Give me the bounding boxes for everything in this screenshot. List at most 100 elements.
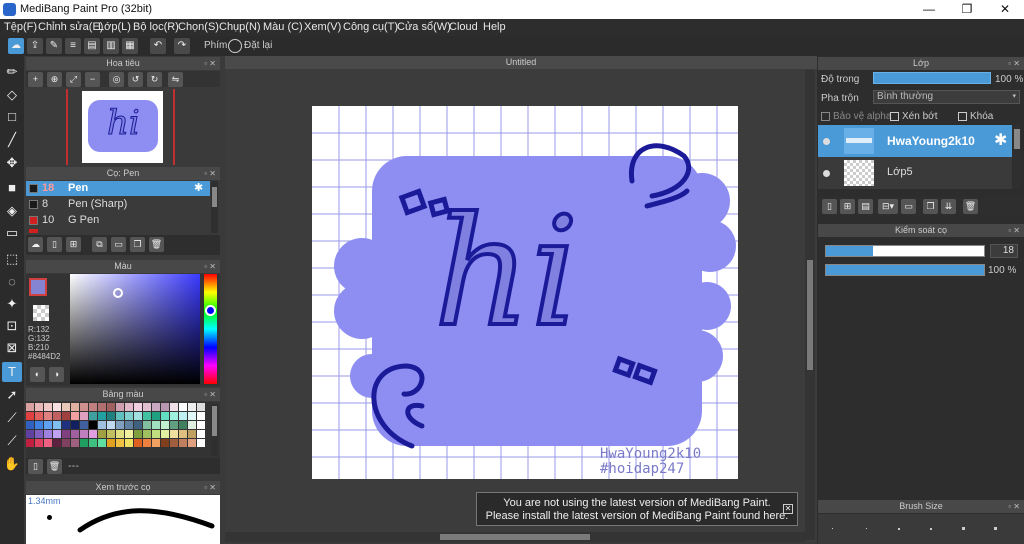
grid-icon[interactable]: ▦ — [122, 38, 138, 54]
maximize-button[interactable]: ❐ — [948, 0, 986, 19]
text-icon[interactable]: T — [2, 362, 22, 382]
protect-alpha-checkbox[interactable] — [821, 112, 830, 121]
eyedropper-icon[interactable]: ⟋ — [2, 431, 22, 451]
palette-row[interactable] — [26, 430, 210, 438]
lock-checkbox[interactable] — [958, 112, 967, 121]
folder-icon[interactable]: ▭ — [111, 237, 126, 252]
canvas-vscroll[interactable] — [805, 70, 815, 540]
navigator-preview[interactable]: hi — [26, 88, 220, 166]
zoom-in-icon[interactable]: + — [28, 72, 43, 87]
select-pen-icon[interactable]: ⊡ — [2, 316, 22, 336]
brush-item-mapping-pen[interactable] — [26, 229, 210, 233]
notice-close-icon[interactable]: ✕ — [783, 504, 793, 514]
select-eraser-icon[interactable]: ⊠ — [2, 338, 22, 358]
palette-scrollbar[interactable] — [211, 404, 218, 456]
move-icon[interactable]: ✥ — [2, 153, 22, 173]
secondary-color-swatch[interactable] — [33, 305, 49, 321]
eraser-icon[interactable]: ◇ — [2, 85, 22, 105]
brush-item-pen-sharp[interactable]: 8 Pen (Sharp) — [26, 197, 210, 212]
canvas-tab[interactable]: Untitled — [225, 56, 817, 69]
menu-color[interactable]: Màu (C) — [263, 21, 303, 33]
canvas-hscroll[interactable] — [225, 532, 805, 542]
palette-row[interactable] — [26, 439, 210, 447]
palette-icon[interactable]: ◐ — [30, 367, 45, 382]
clip-checkbox[interactable] — [890, 112, 899, 121]
layer-scrollbar[interactable] — [1013, 125, 1021, 189]
menu-tools[interactable]: Công cụ(T) — [343, 21, 398, 33]
magic-wand-icon[interactable]: ✦ — [2, 294, 22, 314]
minimize-button[interactable]: — — [910, 0, 948, 19]
primary-color-swatch[interactable] — [29, 278, 47, 296]
palette-trash-icon[interactable]: 🗑 — [47, 459, 62, 474]
cloud-brush-icon[interactable]: ☁ — [28, 237, 43, 252]
layer-row-active[interactable]: HwaYoung2k10 ✱ — [818, 125, 1012, 157]
zoom-out-icon[interactable]: − — [85, 72, 100, 87]
new-palette-icon[interactable]: ▯ — [28, 459, 43, 474]
gear-icon[interactable]: ✱ — [194, 181, 203, 194]
flip-icon[interactable]: ⇋ — [168, 72, 183, 87]
hand-icon[interactable]: ✋ — [2, 454, 22, 474]
layer-folder-icon[interactable]: ▭ — [901, 199, 916, 214]
menu-help[interactable]: Help — [483, 21, 506, 33]
cloud-icon[interactable]: ☁ — [8, 38, 24, 54]
redo-icon[interactable]: ↷ — [174, 38, 190, 54]
new-layer-icon[interactable]: ▯ — [822, 199, 837, 214]
brush-item-g-pen[interactable]: 10 G Pen — [26, 213, 210, 228]
lasso-icon[interactable]: ◌ — [2, 272, 22, 292]
update-notice[interactable]: You are not using the latest version of … — [476, 492, 798, 526]
blend-mode-select[interactable]: Bình thường ▾ — [873, 90, 1020, 104]
operation-icon[interactable]: ➚ — [2, 385, 22, 405]
delete-layer-icon[interactable]: 🗑 — [963, 199, 978, 214]
duplicate-icon[interactable]: ❐ — [130, 237, 145, 252]
menu-file[interactable]: Tệp(F) — [4, 21, 37, 33]
copy-brush-icon[interactable]: ⧉ — [92, 237, 107, 252]
rotate-right-icon[interactable]: ↻ — [147, 72, 162, 87]
reset-button[interactable]: Đặt lại — [244, 40, 272, 51]
layer-opacity-slider[interactable] — [873, 72, 991, 84]
layer-gear-icon[interactable]: ✱ — [994, 130, 1007, 150]
halftone-layer-icon[interactable]: ▤ — [858, 199, 873, 214]
comment-icon[interactable]: ✎ — [46, 38, 62, 54]
line-icon[interactable]: ╱ — [2, 130, 22, 150]
brush-scrollbar[interactable] — [211, 181, 218, 233]
menu-filter[interactable]: Bộ lọc(R) — [133, 21, 179, 33]
new-brush-icon[interactable]: ▯ — [47, 237, 62, 252]
fit-icon[interactable]: ⤢ — [66, 72, 81, 87]
rotate-reset-icon[interactable]: ◎ — [109, 72, 124, 87]
fill-rect-icon[interactable]: ■ — [2, 178, 22, 198]
palette-row[interactable] — [26, 421, 210, 429]
duplicate-layer-icon[interactable]: ❐ — [923, 199, 938, 214]
brush-item-pen[interactable]: 18 Pen ✱ — [26, 181, 210, 196]
visibility-icon[interactable] — [823, 170, 830, 177]
layer-menu-icon[interactable]: ⊟▾ — [878, 199, 898, 214]
menu-edit[interactable]: Chỉnh sửa(E) — [38, 21, 103, 33]
rotate-left-icon[interactable]: ↺ — [128, 72, 143, 87]
menu-view[interactable]: Xem(V) — [304, 21, 341, 33]
gradient-icon[interactable]: ▭ — [2, 223, 22, 243]
brush-icon[interactable]: ✏ — [2, 62, 22, 82]
palette-row[interactable] — [26, 403, 210, 411]
reset-icon[interactable] — [228, 39, 242, 53]
document-icon[interactable]: ▤ — [84, 38, 100, 54]
menu-select[interactable]: Chọn(S) — [178, 21, 219, 33]
add-layer-icon[interactable]: ⊞ — [840, 199, 855, 214]
zoom-icon[interactable]: ⊕ — [47, 72, 62, 87]
visibility-icon[interactable] — [823, 138, 830, 145]
note-icon[interactable]: ≡ — [65, 38, 81, 54]
close-button[interactable]: ✕ — [986, 0, 1024, 19]
add-brush-icon[interactable]: ⊞ — [66, 237, 81, 252]
select-icon[interactable]: ⬚ — [2, 249, 22, 269]
brush-size-slider[interactable] — [825, 245, 985, 257]
menu-cloud[interactable]: Cloud — [449, 21, 478, 33]
hue-slider[interactable] — [204, 274, 217, 384]
share-icon[interactable]: ⇪ — [27, 38, 43, 54]
rectangle-icon[interactable]: □ — [2, 107, 22, 127]
bucket-icon[interactable]: ◈ — [2, 201, 22, 221]
menu-window[interactable]: Cửa sổ(W) — [397, 21, 451, 33]
brush-size-input[interactable]: 18 — [990, 244, 1018, 258]
brush-size-presets[interactable] — [818, 514, 1024, 544]
trash-icon[interactable]: 🗑 — [149, 237, 164, 252]
undo-icon[interactable]: ↶ — [150, 38, 166, 54]
page-icon[interactable]: ▥ — [103, 38, 119, 54]
menu-layer[interactable]: Lớp(L) — [98, 21, 131, 33]
